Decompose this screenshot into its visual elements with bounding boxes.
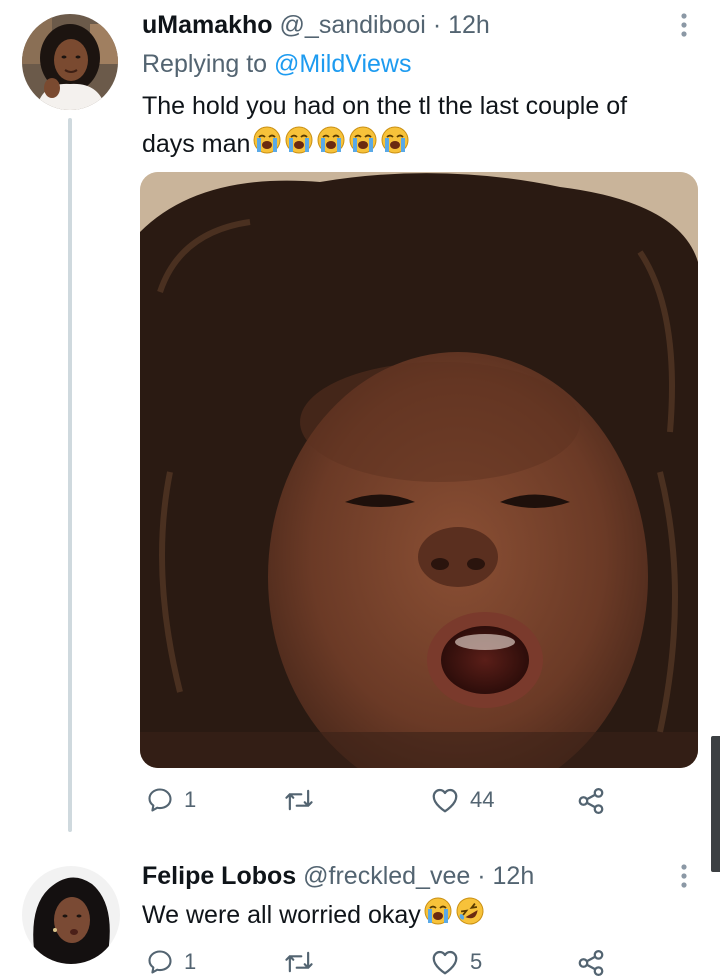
retweet-button[interactable] — [283, 948, 315, 976]
timestamp[interactable]: 12h — [448, 11, 490, 39]
loudly-crying-face-emoji-icon — [316, 125, 346, 166]
like-button[interactable]: 5 — [430, 948, 482, 976]
like-count: 5 — [470, 949, 483, 974]
share-button[interactable] — [576, 948, 606, 978]
share-icon — [576, 786, 606, 816]
reply-icon — [146, 786, 174, 814]
loudly-crying-face-emoji-icon — [380, 125, 410, 166]
user-handle[interactable]: @_sandibooi — [280, 11, 426, 39]
reply-count: 1 — [184, 949, 197, 974]
reply-button[interactable]: 1 — [146, 786, 196, 814]
display-name[interactable]: Felipe Lobos — [142, 862, 296, 890]
retweet-button[interactable] — [283, 786, 315, 814]
display-name[interactable]: uMamakho — [142, 11, 273, 39]
like-count: 44 — [470, 787, 495, 812]
avatar-umamakho[interactable] — [22, 14, 118, 110]
tweet-text-content: We were all worried okay — [142, 901, 421, 929]
tweet-text-line-1: The hold you had on the tl the last coup… — [142, 92, 628, 120]
scrollbar-thumb[interactable] — [711, 736, 720, 872]
rolling-on-floor-laughing-face-emoji-icon — [455, 896, 485, 937]
tweet-text: The hold you had on the tl the last coup… — [142, 88, 702, 166]
loudly-crying-face-emoji-icon — [252, 125, 282, 166]
separator-dot: · — [477, 862, 486, 890]
replying-to-mention[interactable]: @MildViews — [274, 50, 411, 78]
loudly-crying-face-emoji-icon — [348, 125, 378, 166]
reply-button[interactable]: 1 — [146, 948, 196, 976]
reply-icon — [146, 948, 174, 976]
loudly-crying-face-emoji-icon — [284, 125, 314, 166]
tweet-media-image[interactable] — [140, 172, 698, 768]
like-icon — [430, 948, 460, 976]
retweet-icon — [283, 786, 315, 814]
reply-count: 1 — [184, 787, 197, 812]
share-icon — [576, 948, 606, 978]
loudly-crying-face-emoji-icon — [423, 896, 453, 937]
tweet-text: We were all worried okay — [142, 896, 485, 937]
like-icon — [430, 786, 460, 814]
separator-dot: · — [432, 11, 442, 39]
retweet-icon — [283, 948, 315, 976]
replying-to: Replying to @MildViews — [142, 48, 411, 80]
like-button[interactable]: 44 — [430, 786, 494, 814]
timestamp[interactable]: 12h — [493, 862, 535, 890]
tweet-header: Felipe Lobos @freckled_vee · 12h — [142, 861, 534, 891]
tweet-text-line-2: days man — [142, 130, 251, 158]
user-handle[interactable]: @freckled_vee — [303, 862, 470, 890]
thread-connector-line — [68, 118, 72, 832]
more-options-icon[interactable] — [674, 861, 694, 896]
tweet-header: uMamakho @_sandibooi · 12h — [142, 10, 490, 40]
more-options-icon[interactable] — [674, 10, 694, 45]
share-button[interactable] — [576, 786, 606, 816]
replying-to-label: Replying to — [142, 50, 268, 78]
avatar-felipe-lobos[interactable] — [22, 866, 120, 964]
